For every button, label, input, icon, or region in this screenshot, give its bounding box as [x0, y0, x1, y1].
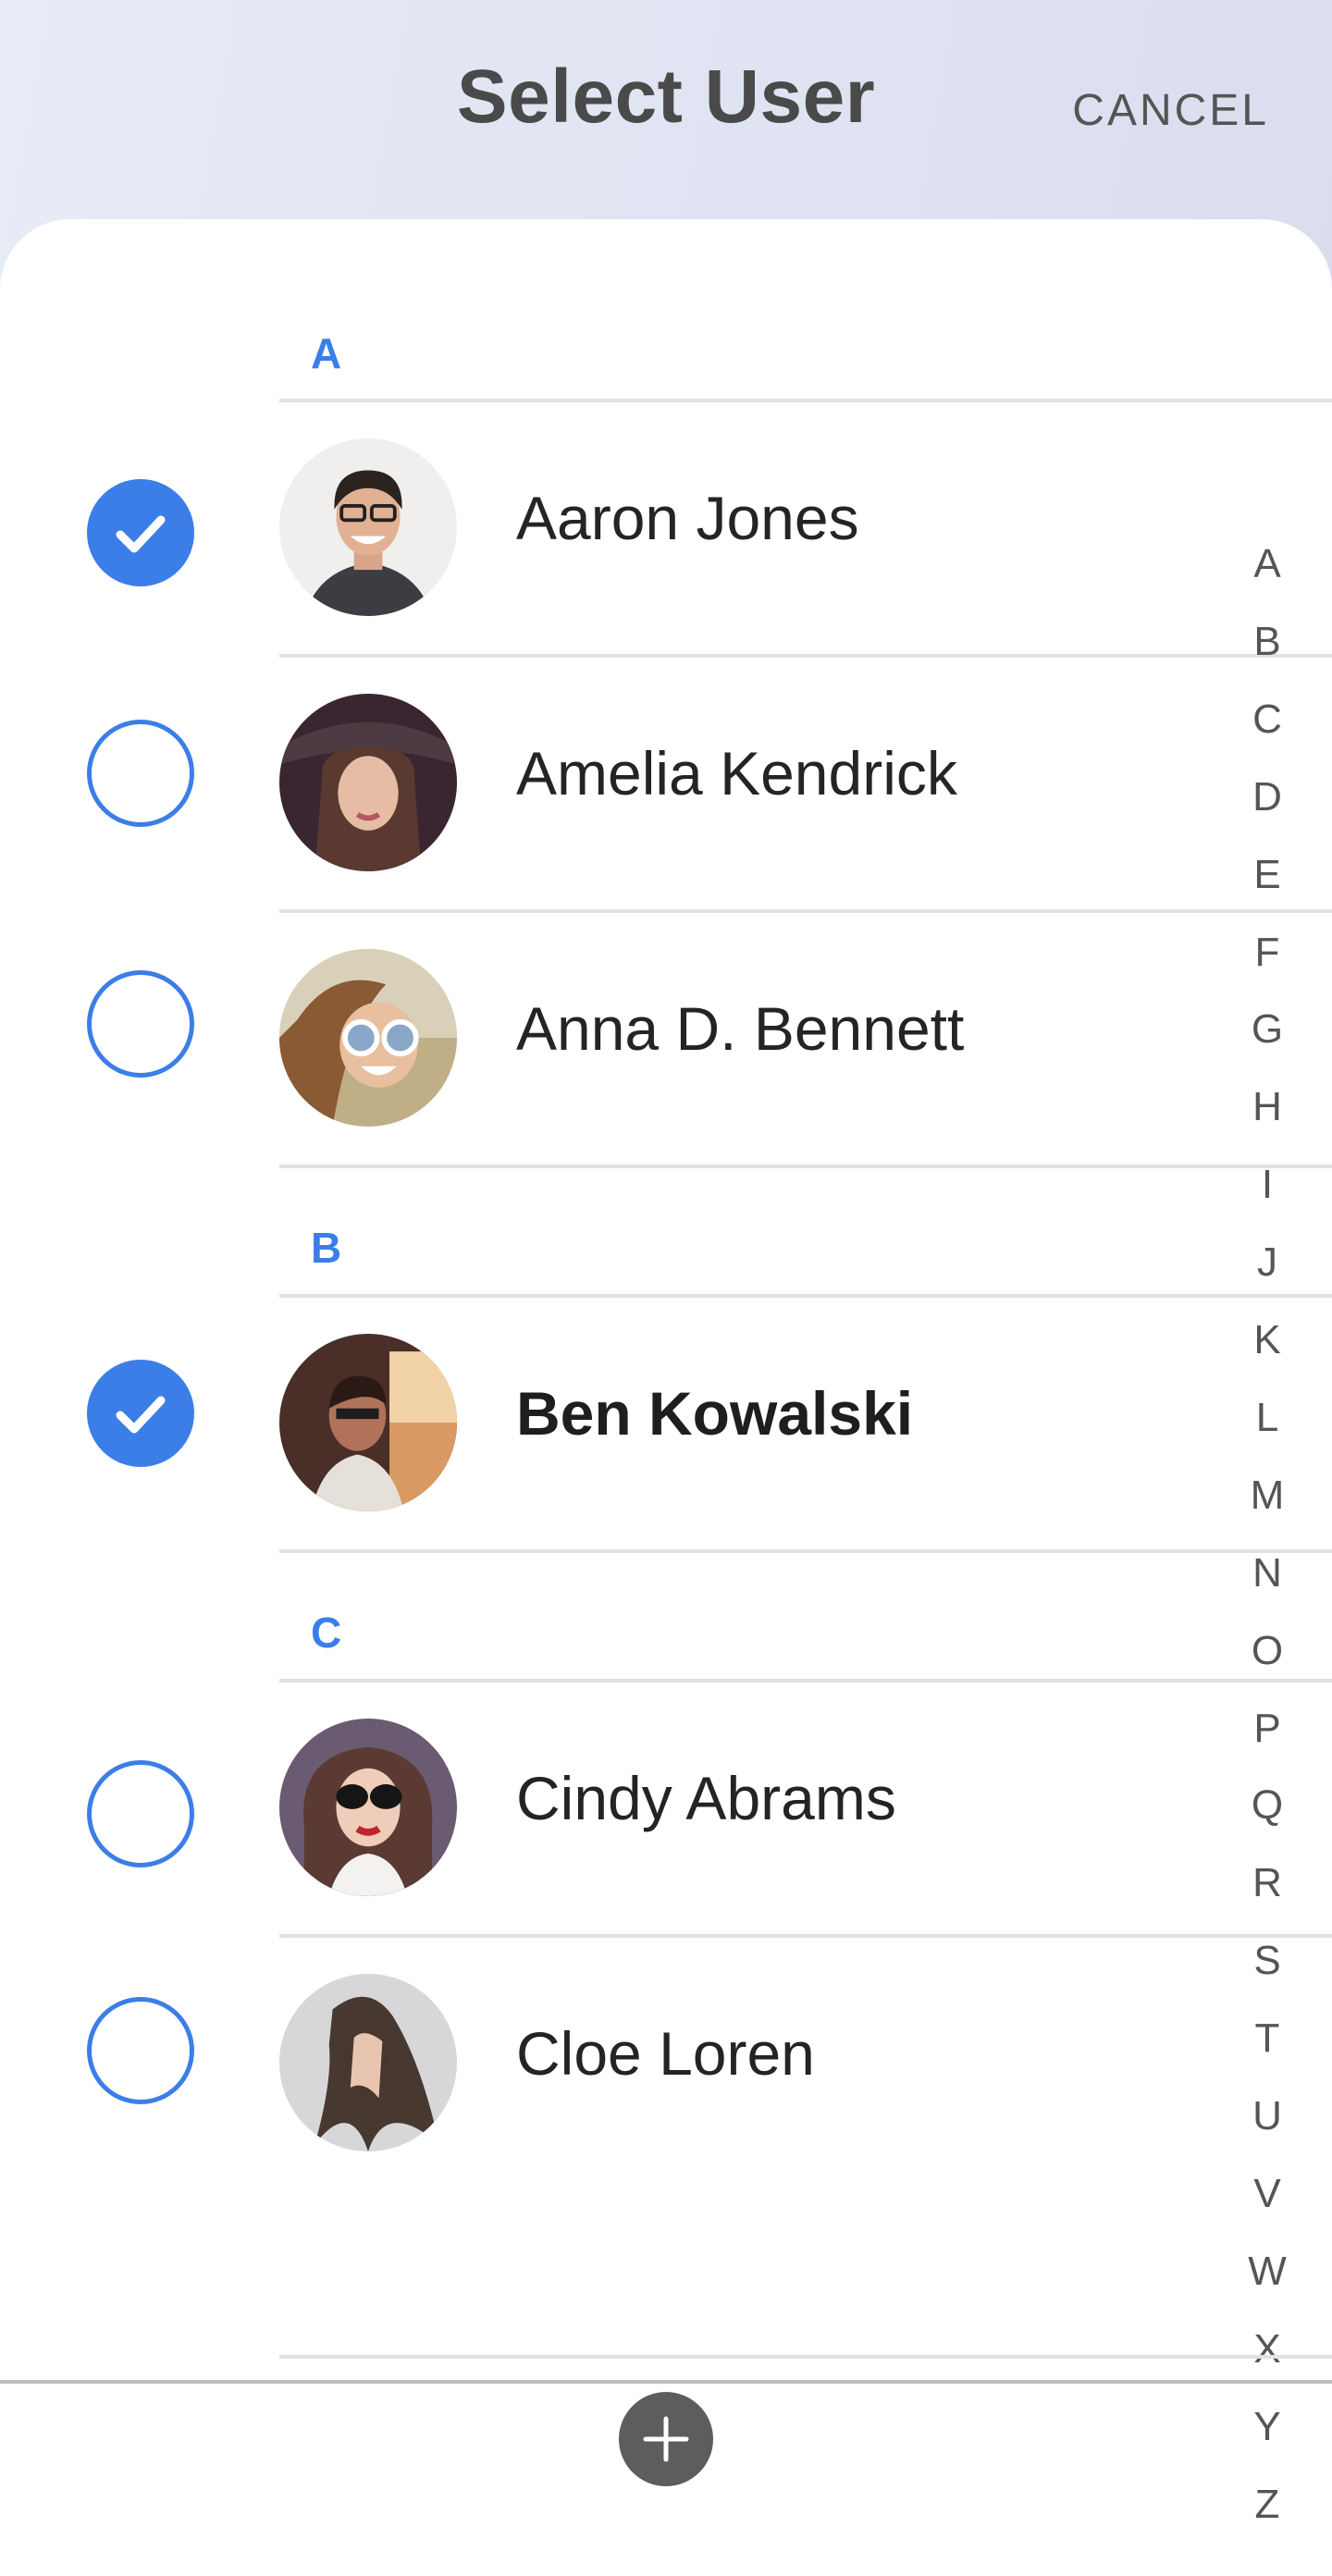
index-letter-d[interactable]: D — [1202, 774, 1332, 820]
alphabet-index[interactable]: ABCDEFGHIJKLMNOPQRSTUVWXYZ — [1202, 541, 1332, 2527]
index-letter-l[interactable]: L — [1202, 1395, 1332, 1441]
check-icon — [116, 1396, 166, 1434]
avatar — [279, 694, 457, 871]
section-header-a: A — [311, 329, 342, 377]
avatar — [279, 949, 457, 1127]
index-letter-j[interactable]: J — [1202, 1239, 1332, 1286]
index-letter-u[interactable]: U — [1202, 2093, 1332, 2139]
selection-checkbox[interactable] — [87, 720, 194, 827]
index-letter-i[interactable]: I — [1202, 1162, 1332, 1208]
index-letter-m[interactable]: M — [1202, 1473, 1332, 1519]
index-letter-s[interactable]: S — [1202, 1938, 1332, 1984]
selection-checkbox[interactable] — [87, 1760, 194, 1867]
selection-checkbox[interactable] — [87, 479, 194, 586]
divider — [279, 1934, 1332, 1938]
index-letter-o[interactable]: O — [1202, 1628, 1332, 1674]
index-letter-p[interactable]: P — [1202, 1706, 1332, 1752]
user-name: Aaron Jones — [516, 484, 859, 552]
section-header-c: C — [311, 1608, 342, 1657]
user-name: Ben Kowalski — [516, 1379, 914, 1448]
index-letter-c[interactable]: C — [1202, 696, 1332, 743]
divider — [279, 1294, 1332, 1298]
selection-checkbox[interactable] — [87, 970, 194, 1078]
selection-checkbox[interactable] — [87, 1997, 194, 2104]
index-letter-g[interactable]: G — [1202, 1006, 1332, 1053]
cancel-button[interactable]: CANCEL — [1072, 85, 1269, 136]
avatar — [279, 1719, 457, 1896]
index-letter-x[interactable]: X — [1202, 2326, 1332, 2373]
user-name: Amelia Kendrick — [516, 739, 957, 807]
check-icon — [116, 515, 166, 553]
add-button[interactable] — [619, 2392, 713, 2486]
divider — [279, 2355, 1332, 2359]
plus-icon — [643, 2416, 689, 2462]
index-letter-v[interactable]: V — [1202, 2171, 1332, 2217]
index-letter-f[interactable]: F — [1202, 930, 1332, 976]
avatar — [279, 1334, 457, 1511]
header: Select User CANCEL — [0, 0, 1332, 222]
index-letter-q[interactable]: Q — [1202, 1782, 1332, 1829]
divider — [279, 399, 1332, 402]
user-name: Cloe Loren — [516, 2019, 815, 2088]
section-header-b: B — [311, 1224, 342, 1272]
user-list-sheet: A Aaron Jones Amelia Kendrick Anna D. Be… — [0, 219, 1332, 2576]
divider — [279, 654, 1332, 658]
index-letter-y[interactable]: Y — [1202, 2404, 1332, 2450]
index-letter-e[interactable]: E — [1202, 852, 1332, 898]
index-letter-b[interactable]: B — [1202, 619, 1332, 665]
divider — [279, 1549, 1332, 1553]
index-letter-n[interactable]: N — [1202, 1550, 1332, 1596]
divider — [279, 909, 1332, 913]
index-letter-z[interactable]: Z — [1202, 2482, 1332, 2528]
index-letter-h[interactable]: H — [1202, 1084, 1332, 1130]
index-letter-a[interactable]: A — [1202, 541, 1332, 587]
divider — [279, 1165, 1332, 1168]
index-letter-t[interactable]: T — [1202, 2015, 1332, 2062]
selection-checkbox[interactable] — [87, 1360, 194, 1467]
index-letter-k[interactable]: K — [1202, 1317, 1332, 1363]
index-letter-r[interactable]: R — [1202, 1860, 1332, 1906]
user-name: Cindy Abrams — [516, 1764, 896, 1832]
index-letter-w[interactable]: W — [1202, 2249, 1332, 2295]
avatar — [279, 1974, 457, 2151]
avatar — [279, 438, 457, 616]
user-name: Anna D. Bennett — [516, 994, 965, 1063]
divider — [279, 1679, 1332, 1682]
bottom-bar-divider — [0, 2380, 1332, 2384]
